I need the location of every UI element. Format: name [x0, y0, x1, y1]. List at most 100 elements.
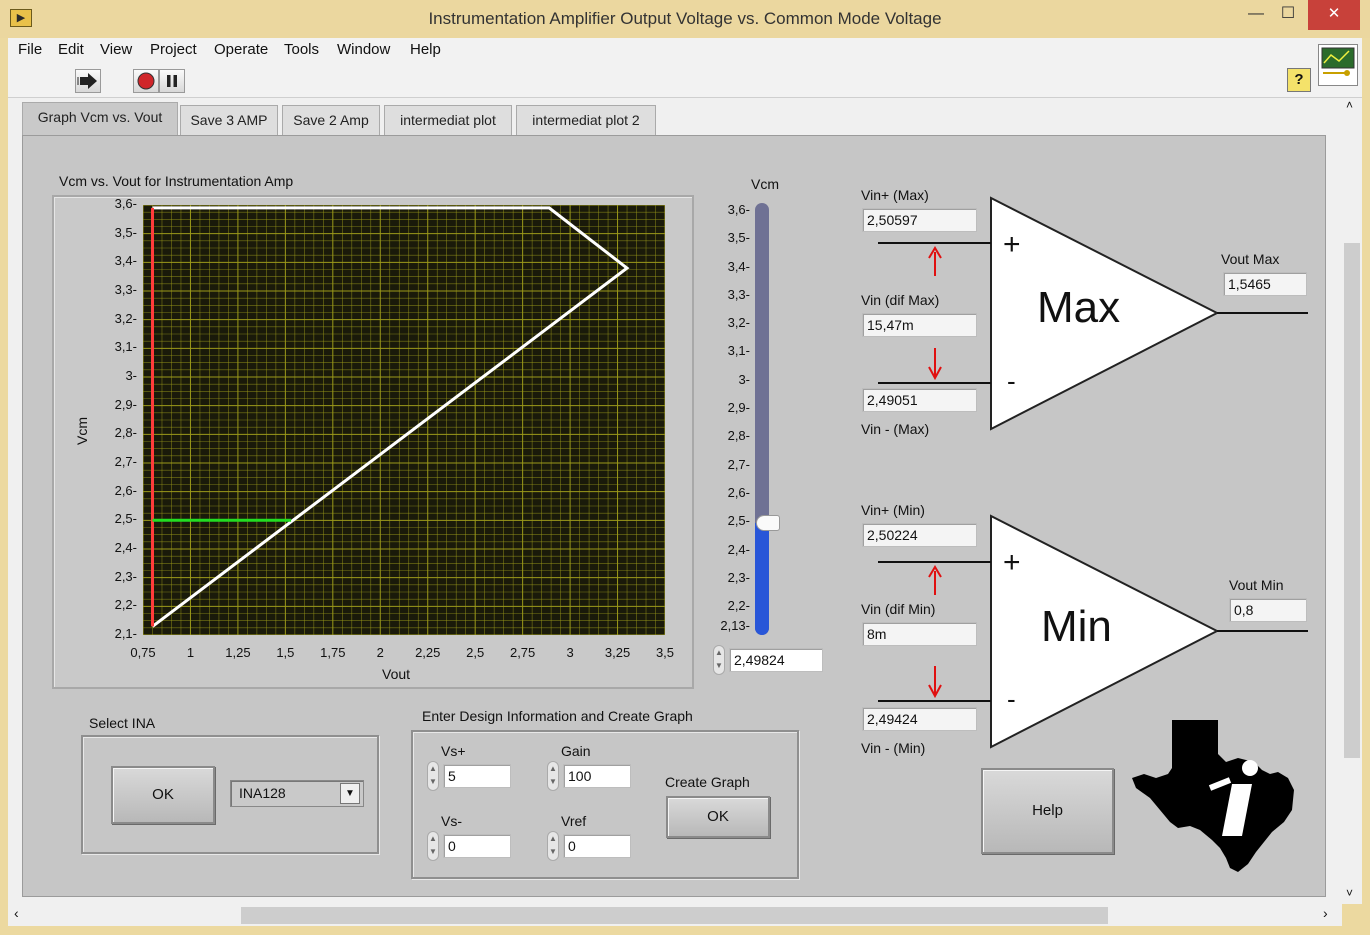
- vin-plus-max-field: 2,50597: [862, 208, 977, 232]
- scroll-down-icon[interactable]: ˅: [1346, 886, 1353, 900]
- y-tick-label: 2,4-: [114, 540, 137, 555]
- horizontal-scroll-thumb[interactable]: [241, 907, 1108, 924]
- gain-field[interactable]: 100: [563, 764, 631, 788]
- y-tick-label: 2,1-: [114, 626, 137, 641]
- x-tick-label: 1,75: [320, 645, 346, 660]
- vin-plus-min-label: Vin+ (Min): [861, 502, 925, 518]
- vin-dif-max-label: Vin (dif Max): [861, 292, 940, 308]
- menu-file[interactable]: File: [18, 41, 42, 58]
- create-graph-label: Create Graph: [665, 774, 750, 790]
- menu-tools[interactable]: Tools: [284, 41, 319, 58]
- vs-minus-spinner[interactable]: ▲ ▼: [427, 831, 439, 861]
- slider-tick-label: 2,4-: [727, 541, 750, 557]
- x-tick-label: 0,75: [130, 645, 156, 660]
- min-minus-sign: -: [1007, 684, 1016, 714]
- vin-dif-max-field: 15,47m: [862, 313, 977, 337]
- maximize-button[interactable]: ☐: [1266, 0, 1310, 30]
- window-title: Instrumentation Amplifier Output Voltage…: [428, 9, 942, 28]
- tab-intermediat-plot-2[interactable]: intermediat plot 2: [516, 105, 656, 135]
- create-graph-ok-button[interactable]: OK: [666, 796, 770, 838]
- context-help-icon[interactable]: ?: [1287, 68, 1311, 92]
- y-tick-label: 2,3-: [114, 568, 137, 584]
- max-amp-name: Max: [1037, 283, 1121, 332]
- max-minus-sign: -: [1007, 366, 1016, 396]
- menu-project[interactable]: Project: [150, 41, 197, 58]
- vs-minus-label: Vs-: [441, 813, 462, 829]
- menu-help[interactable]: Help: [410, 41, 441, 58]
- x-tick-label: 3,5: [655, 645, 675, 660]
- x-tick-label: 1,25: [225, 645, 251, 660]
- slider-tick-label: 2,9-: [727, 400, 750, 416]
- y-tick-label: 2,7-: [114, 454, 137, 469]
- close-button[interactable]: ✕: [1308, 0, 1360, 30]
- vref-spinner[interactable]: ▲ ▼: [547, 831, 559, 861]
- tab-graph-vcm-vs-vout[interactable]: Graph Vcm vs. Vout: [22, 102, 178, 136]
- y-tick-label: 3,3-: [114, 282, 137, 297]
- scroll-right-icon[interactable]: ›: [1323, 905, 1328, 921]
- slider-tick-label: 2,3-: [727, 569, 750, 585]
- vin-dif-min-field: 8m: [862, 622, 977, 646]
- menu-window[interactable]: Window: [337, 41, 390, 58]
- vout-min-field: 0,8: [1229, 598, 1307, 622]
- vs-plus-label: Vs+: [441, 743, 466, 759]
- select-ina-ok-button[interactable]: OK: [111, 766, 215, 824]
- run-arrow-icon[interactable]: [75, 69, 101, 93]
- vs-minus-field[interactable]: 0: [443, 834, 511, 858]
- design-info-label: Enter Design Information and Create Grap…: [422, 708, 693, 724]
- y-tick-label: 2,6-: [114, 482, 137, 498]
- vin-minus-min-field: 2,49424: [862, 707, 977, 731]
- help-button[interactable]: Help: [981, 768, 1114, 854]
- x-tick-label: 2,25: [415, 645, 441, 660]
- menu-view[interactable]: View: [100, 41, 132, 58]
- menu-bar: File Edit View Project Operate Tools Win…: [8, 38, 1362, 64]
- vout-max-label: Vout Max: [1221, 251, 1280, 267]
- min-amp-name: Min: [1041, 602, 1112, 651]
- tab-intermediat-plot[interactable]: intermediat plot: [384, 105, 512, 135]
- max-plus-sign: +: [1003, 228, 1021, 261]
- abort-icon[interactable]: [133, 69, 159, 93]
- x-tick-label: 2: [376, 645, 384, 660]
- scroll-up-icon[interactable]: ˄: [1346, 98, 1353, 112]
- vin-minus-max-field: 2,49051: [862, 388, 977, 412]
- tab-save-3-amp[interactable]: Save 3 AMP: [180, 105, 278, 135]
- y-tick-label: 2,2-: [114, 597, 137, 613]
- menu-edit[interactable]: Edit: [58, 41, 84, 58]
- x-tick-label: 3,25: [604, 645, 631, 660]
- menu-operate[interactable]: Operate: [214, 41, 268, 58]
- y-tick-label: 3-: [125, 368, 137, 383]
- graph-ylabel: Vcm: [74, 417, 90, 445]
- tab-save-2-amp[interactable]: Save 2 Amp: [282, 105, 380, 135]
- graph-title: Vcm vs. Vout for Instrumentation Amp: [59, 173, 294, 189]
- toolbar: [8, 64, 1362, 98]
- vref-field[interactable]: 0: [563, 834, 631, 858]
- y-tick-label: 2,9-: [114, 396, 137, 412]
- x-tick-label: 1,5: [276, 645, 295, 660]
- vcm-spinner[interactable]: ▲ ▼: [713, 645, 725, 675]
- y-tick-label: 3,4-: [114, 253, 137, 269]
- scroll-left-icon[interactable]: ‹: [14, 905, 19, 921]
- slider-tick-label: 3,2-: [727, 315, 750, 331]
- vout-max-field: 1,5465: [1223, 272, 1307, 296]
- x-tick-label: 1: [186, 645, 195, 660]
- vout-min-label: Vout Min: [1229, 577, 1284, 593]
- gain-label: Gain: [561, 743, 591, 759]
- vs-plus-spinner[interactable]: ▲ ▼: [427, 761, 439, 791]
- pause-icon[interactable]: [159, 69, 185, 93]
- slider-tick-label: 2,6-: [727, 484, 750, 500]
- vertical-scroll-thumb[interactable]: [1344, 243, 1360, 758]
- vi-icon: [1318, 44, 1358, 86]
- y-tick-label: 2,8-: [114, 425, 137, 441]
- vcm-value-field[interactable]: 2,49824: [729, 648, 823, 672]
- chevron-down-icon[interactable]: ▼: [340, 783, 360, 804]
- vin-minus-max-label: Vin - (Max): [861, 421, 930, 437]
- y-tick-label: 3,6-: [114, 196, 137, 211]
- slider-tick-label: 2,2-: [727, 598, 750, 614]
- select-ina-label: Select INA: [89, 715, 156, 731]
- min-plus-sign: +: [1003, 546, 1021, 579]
- vcm-slider-thumb[interactable]: [756, 514, 780, 531]
- plot-area[interactable]: [143, 205, 665, 635]
- gain-spinner[interactable]: ▲ ▼: [547, 761, 559, 791]
- slider-tick-label: 2,13-: [720, 618, 750, 633]
- vin-plus-max-label: Vin+ (Max): [861, 187, 929, 203]
- vs-plus-field[interactable]: 5: [443, 764, 511, 788]
